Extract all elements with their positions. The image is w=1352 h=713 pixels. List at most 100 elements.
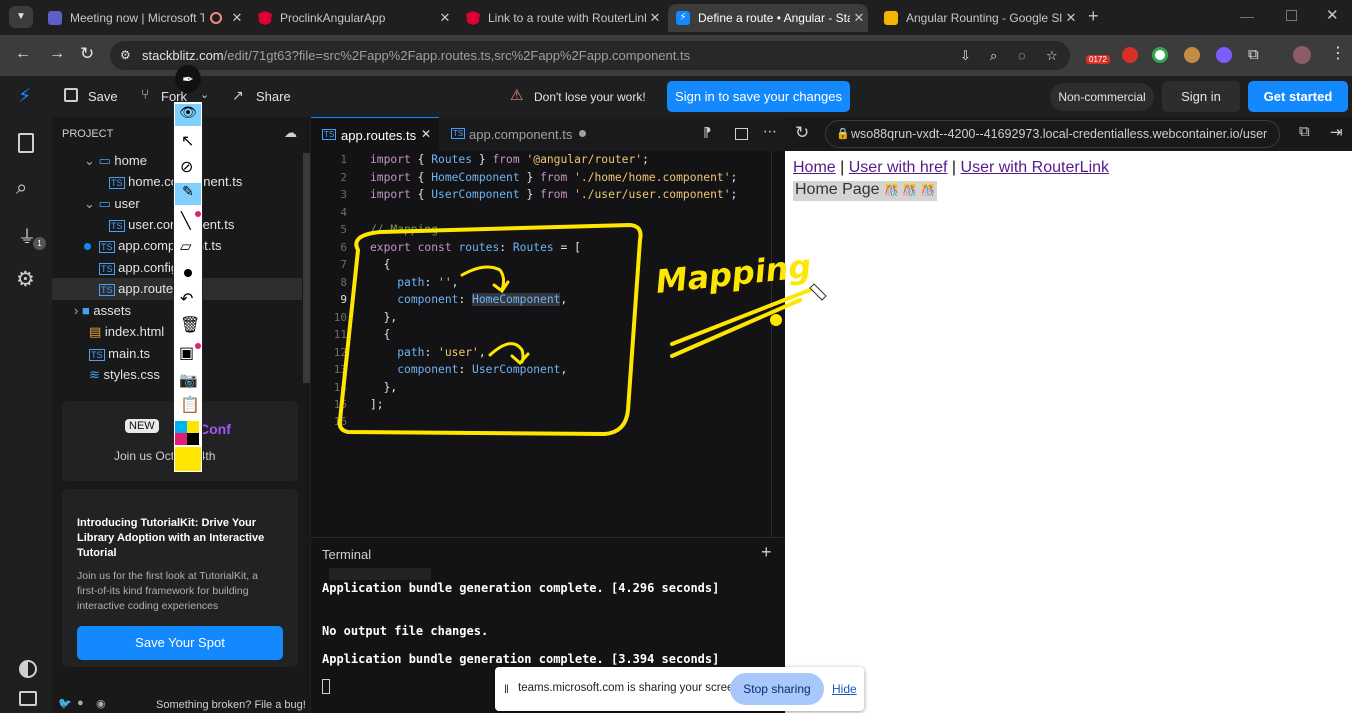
code-line[interactable]: path: '', — [370, 276, 458, 289]
code-line[interactable]: import { HomeComponent } from './home/ho… — [370, 171, 737, 184]
forward-icon[interactable]: → — [49, 45, 65, 63]
tree-file-user-component[interactable]: TS user.component.ts — [109, 217, 234, 232]
signin-save-button[interactable]: Sign in to save your changes — [667, 81, 850, 112]
browser-menu-icon[interactable]: ⋮ — [1330, 43, 1346, 63]
close-tab-icon[interactable]: ✕ — [646, 10, 664, 26]
theme-toggle-icon[interactable] — [19, 660, 37, 678]
report-bug-link[interactable]: Something broken? File a bug! — [156, 699, 306, 711]
close-window-icon[interactable]: ✕ — [1326, 6, 1339, 24]
dot-size-icon[interactable] — [184, 269, 192, 277]
extension-cookie-icon[interactable] — [1184, 47, 1200, 63]
whiteboard-icon[interactable]: ▣ — [179, 343, 194, 363]
more-options-icon[interactable]: ⋯ — [763, 123, 777, 140]
cloud-icon[interactable]: ☁ — [284, 125, 297, 141]
back-icon[interactable]: ← — [15, 45, 31, 63]
browser-tab-proclink[interactable]: ProclinkAngularApp ✕ — [250, 4, 454, 32]
maximize-icon[interactable] — [1286, 10, 1297, 21]
tree-folder-home[interactable]: ⌄ ▭ home — [84, 153, 147, 169]
twitter-icon[interactable]: 🐦 — [58, 697, 72, 710]
eye-icon[interactable]: 👁 — [175, 104, 201, 126]
tree-file-index-html[interactable]: ▤ index.html — [89, 324, 164, 340]
code-line[interactable]: // Mapping — [370, 223, 438, 236]
home-link[interactable]: Home — [793, 159, 836, 176]
code-line[interactable]: import { Routes } from '@angular/router'… — [370, 153, 649, 166]
signin-button[interactable]: Sign in — [1162, 81, 1240, 112]
editor-tab-app-component[interactable]: TS app.component.ts — [439, 117, 599, 151]
code-line[interactable]: }, — [370, 381, 398, 394]
hide-icon[interactable]: ◌ — [1018, 41, 1026, 70]
code-line[interactable]: component: UserComponent, — [370, 363, 567, 376]
marker-icon[interactable]: ✎ — [175, 183, 201, 205]
color-swatch-blue[interactable] — [175, 421, 187, 433]
code-line[interactable]: path: 'user', — [370, 346, 485, 359]
extension-green-icon[interactable] — [1152, 47, 1168, 63]
browser-tab-slides[interactable]: Angular Rounting - Google Slid ✕ — [876, 4, 1080, 32]
bookmark-star-icon[interactable]: ☆ — [1046, 41, 1058, 70]
reload-icon[interactable]: ↻ — [80, 44, 94, 64]
tree-file-main-ts[interactable]: TS main.ts — [89, 346, 150, 361]
save-your-spot-button[interactable]: Save Your Spot — [77, 626, 283, 660]
camera-icon[interactable]: 📷 — [179, 371, 198, 389]
code-line[interactable]: export const routes: Routes = [ — [370, 241, 581, 254]
close-tab-icon[interactable]: ✕ — [850, 10, 868, 26]
color-swatch-yellow[interactable] — [187, 421, 199, 433]
user-routerlink-link[interactable]: User with RouterLink — [961, 159, 1110, 176]
undo-icon[interactable]: ↶ — [180, 289, 193, 309]
noncommercial-badge[interactable]: Non-commercial — [1050, 83, 1154, 111]
color-swatch-magenta[interactable] — [175, 433, 187, 445]
trash-icon[interactable]: 🗑 — [180, 315, 200, 335]
color-swatch-black[interactable] — [187, 433, 199, 445]
install-icon[interactable]: ⇩ — [960, 41, 971, 70]
editor-tab-app-routes[interactable]: TS app.routes.ts ✕ — [311, 117, 439, 151]
pen-tool-logo-icon[interactable]: ✒ — [175, 65, 201, 93]
code-line[interactable]: import { UserComponent } from './user/us… — [370, 188, 737, 201]
tab-search-button[interactable]: ▼ — [9, 6, 33, 28]
browser-tab-define-route[interactable]: ⚡ Define a route • Angular - Stack ✕ — [668, 4, 868, 32]
browser-tab-teams[interactable]: Meeting now | Microsoft Te ✕ — [40, 4, 246, 32]
extension-badge[interactable]: 0172 — [1086, 55, 1110, 64]
get-started-button[interactable]: Get started — [1248, 81, 1348, 112]
site-info-icon[interactable]: ⚙ — [120, 41, 131, 70]
browser-tab-routerlink[interactable]: Link to a route with RouterLink ✕ — [458, 4, 664, 32]
clipboard-icon[interactable]: 📋 — [180, 395, 200, 415]
extension-red-icon[interactable] — [1122, 47, 1138, 63]
extension-purple-icon[interactable] — [1216, 47, 1232, 63]
code-line[interactable]: }, — [370, 311, 398, 324]
new-tab-button[interactable]: + — [1088, 6, 1108, 27]
files-icon[interactable] — [18, 133, 34, 153]
select-arrow-icon[interactable]: ↖ — [181, 131, 194, 151]
format-icon[interactable]: ⁋ — [703, 125, 711, 141]
tree-file-app-component[interactable]: TS app.component.ts — [99, 238, 222, 253]
discord-icon[interactable]: ◉ — [96, 697, 106, 710]
settings-gear-icon[interactable]: ⚙ — [16, 267, 35, 292]
code-line[interactable]: component: HomeComponent, — [370, 293, 567, 306]
split-view-icon[interactable] — [735, 128, 748, 140]
code-line[interactable]: ]; — [370, 398, 384, 411]
reload-preview-icon[interactable]: ↻ — [795, 123, 809, 143]
extensions-puzzle-icon[interactable]: ⧉ — [1248, 46, 1259, 63]
add-terminal-icon[interactable]: + — [761, 542, 772, 563]
close-tab-icon[interactable]: ✕ — [436, 10, 454, 26]
stackblitz-logo-icon[interactable]: ⚡ — [18, 85, 31, 108]
explorer-scrollbar[interactable] — [303, 153, 310, 383]
tree-file-styles-css[interactable]: ≋ styles.css — [89, 367, 160, 383]
github-icon[interactable]: ● — [77, 697, 84, 709]
terminal-cursor[interactable] — [322, 679, 330, 694]
collapse-preview-icon[interactable]: ⇥ — [1330, 123, 1343, 141]
line-tool-icon[interactable]: ╲ — [181, 211, 191, 231]
open-new-window-icon[interactable]: ⧉ — [1299, 123, 1310, 140]
code-line[interactable]: { — [370, 328, 391, 341]
minimize-icon[interactable]: — — [1240, 8, 1254, 24]
tree-folder-user[interactable]: ⌄ ▭ user — [84, 196, 140, 212]
tree-folder-assets[interactable]: › ■ assets — [74, 303, 131, 318]
preview-url-bar[interactable]: 🔒 wso88qrun-vxdt--4200--41692973.local-c… — [825, 120, 1280, 148]
user-href-link[interactable]: User with href — [849, 159, 948, 176]
close-tab-icon[interactable]: ✕ — [421, 127, 431, 141]
search-icon[interactable]: ⌕ — [16, 177, 27, 200]
zoom-icon[interactable]: ⌕ — [990, 41, 997, 70]
code-line[interactable]: { — [370, 258, 391, 271]
layout-icon[interactable] — [19, 691, 37, 706]
save-button[interactable]: Save — [88, 89, 118, 104]
close-tab-icon[interactable]: ✕ — [1062, 10, 1080, 26]
current-color-swatch[interactable] — [175, 447, 201, 471]
